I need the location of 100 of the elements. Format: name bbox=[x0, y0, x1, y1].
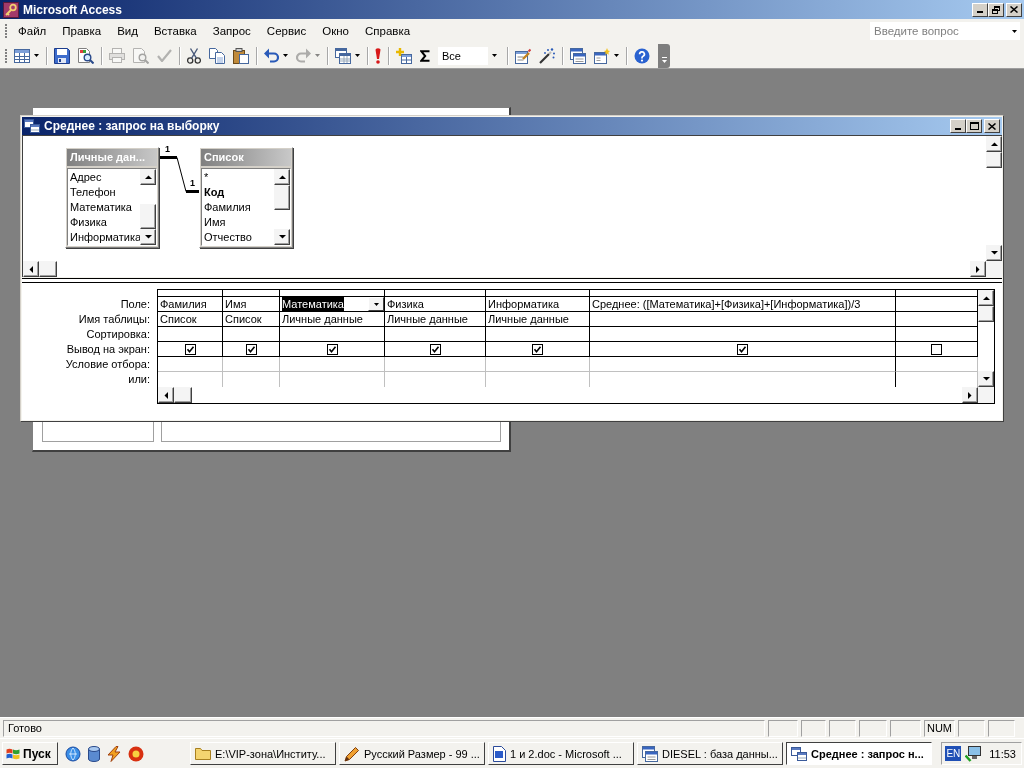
scroll-right-button[interactable] bbox=[962, 387, 978, 403]
language-indicator[interactable]: EN bbox=[945, 746, 962, 761]
globe-icon[interactable] bbox=[65, 745, 81, 762]
grid-cell[interactable]: Информатика bbox=[486, 297, 590, 312]
grid-cell[interactable] bbox=[280, 342, 385, 357]
field-list-item[interactable]: Информатика bbox=[68, 230, 140, 245]
scroll-thumb[interactable] bbox=[39, 261, 57, 277]
field-list-item[interactable]: Математика bbox=[68, 200, 140, 215]
caret-icon[interactable] bbox=[34, 54, 39, 57]
checkbox[interactable] bbox=[931, 343, 942, 355]
scrollbar[interactable] bbox=[140, 169, 156, 245]
menu-item[interactable]: Вид bbox=[109, 23, 146, 39]
grid-cell[interactable]: Личные данные bbox=[280, 312, 385, 327]
field-list-item[interactable]: Фамилия bbox=[202, 200, 274, 215]
grid-cell[interactable] bbox=[486, 342, 590, 357]
exclamation-icon[interactable] bbox=[375, 47, 381, 64]
restore-button[interactable] bbox=[988, 2, 1004, 17]
menu-item[interactable]: Сервис bbox=[258, 23, 315, 39]
top-values-field[interactable]: Все bbox=[438, 46, 500, 65]
stacked-windows-icon[interactable] bbox=[335, 47, 351, 64]
grid-cell[interactable] bbox=[590, 312, 896, 327]
field-list-item[interactable]: Код bbox=[202, 185, 274, 200]
scroll-down-button[interactable] bbox=[986, 245, 1002, 261]
help-icon[interactable] bbox=[634, 47, 650, 64]
maximize-button[interactable] bbox=[966, 119, 982, 133]
scrollbar[interactable] bbox=[978, 290, 994, 387]
close-button[interactable] bbox=[984, 119, 1000, 133]
grid-cell[interactable]: Личные данные bbox=[385, 312, 486, 327]
field-list-item[interactable]: Физика bbox=[68, 215, 140, 230]
grid-cell[interactable] bbox=[158, 327, 223, 342]
scroll-right-button[interactable] bbox=[970, 261, 986, 277]
grid-cell[interactable] bbox=[223, 342, 280, 357]
scroll-up-button[interactable] bbox=[140, 169, 156, 185]
minimize-button[interactable] bbox=[972, 2, 988, 17]
field-list-item[interactable]: Имя bbox=[202, 215, 274, 230]
magic-wand-icon[interactable] bbox=[539, 47, 555, 64]
dropdown-button[interactable] bbox=[1008, 22, 1020, 40]
grid-cell[interactable] bbox=[590, 342, 896, 357]
grid-cell[interactable]: Среднее: ([Математика]+[Физика]+[Информатика])/3 bbox=[590, 297, 896, 312]
scroll-up-button[interactable] bbox=[978, 290, 994, 306]
scroll-thumb[interactable] bbox=[174, 387, 192, 403]
scrollbar[interactable] bbox=[274, 169, 290, 245]
scrollbar[interactable] bbox=[986, 136, 1002, 261]
grid-cell[interactable]: Физика bbox=[385, 297, 486, 312]
close-button[interactable] bbox=[1006, 2, 1022, 17]
cylinder-icon[interactable] bbox=[88, 745, 100, 762]
scroll-up-button[interactable] bbox=[274, 169, 290, 185]
field-list-item[interactable]: Телефон bbox=[68, 185, 140, 200]
scroll-thumb[interactable] bbox=[274, 185, 290, 210]
checkbox[interactable] bbox=[245, 343, 257, 355]
caret-icon[interactable] bbox=[491, 54, 497, 57]
grid-cell[interactable]: Список bbox=[223, 312, 280, 327]
column-selector[interactable] bbox=[385, 290, 486, 297]
window-icon[interactable] bbox=[570, 47, 586, 64]
checkbox[interactable] bbox=[429, 343, 441, 355]
clipboard-icon[interactable] bbox=[233, 47, 249, 64]
grid-cell[interactable] bbox=[385, 327, 486, 342]
card-pencil-icon[interactable] bbox=[515, 47, 531, 64]
taskbar-button[interactable]: Русский Размер - 99 ... bbox=[339, 742, 485, 765]
form-star-icon[interactable] bbox=[594, 47, 610, 64]
menu-item[interactable]: Запрос bbox=[204, 23, 259, 39]
taskbar-button[interactable]: Среднее : запрос н... bbox=[786, 742, 932, 765]
field-list-item[interactable]: Адрес bbox=[68, 170, 140, 185]
grid-cell[interactable] bbox=[158, 342, 223, 357]
scroll-down-button[interactable] bbox=[274, 229, 290, 245]
grid-cell[interactable] bbox=[486, 327, 590, 342]
scrollbar[interactable] bbox=[23, 261, 986, 277]
grid-cell[interactable]: Личные данные bbox=[486, 312, 590, 327]
grid-cell[interactable] bbox=[896, 342, 978, 357]
taskbar-button[interactable]: DIESEL : база данны... bbox=[637, 742, 783, 765]
field-list-item[interactable]: Отчество bbox=[202, 230, 274, 245]
table-box[interactable]: Список * Код Фамилия Имя Отчество bbox=[199, 147, 293, 248]
toolbar-options-button[interactable] bbox=[658, 43, 670, 68]
minimize-button[interactable] bbox=[950, 119, 966, 133]
scroll-left-button[interactable] bbox=[23, 261, 39, 277]
menu-item[interactable]: Окно bbox=[314, 23, 357, 39]
scroll-left-button[interactable] bbox=[158, 387, 174, 403]
column-selector[interactable] bbox=[486, 290, 590, 297]
menu-item[interactable]: Вставка bbox=[145, 23, 205, 39]
grid-cell[interactable] bbox=[590, 357, 896, 372]
document-magnifier-icon[interactable] bbox=[78, 47, 94, 64]
caret-icon[interactable] bbox=[614, 54, 619, 57]
scroll-thumb[interactable] bbox=[986, 152, 1002, 168]
scroll-thumb[interactable] bbox=[140, 204, 156, 229]
scissors-icon[interactable] bbox=[187, 47, 201, 64]
grid-cell[interactable]: Список bbox=[158, 312, 223, 327]
column-selector[interactable] bbox=[223, 290, 280, 297]
sigma-icon[interactable] bbox=[420, 49, 430, 62]
scroll-up-button[interactable] bbox=[986, 136, 1002, 152]
menu-item[interactable]: Правка bbox=[54, 23, 110, 39]
taskbar-button[interactable]: 1 и 2.doc - Microsoft ... bbox=[488, 742, 634, 765]
table-icon[interactable] bbox=[14, 48, 30, 63]
taskbar-button[interactable]: E:\VIP-зона\Институ... bbox=[190, 742, 336, 765]
menu-item[interactable]: Справка bbox=[356, 23, 419, 39]
grid-cell[interactable]: Имя bbox=[223, 297, 280, 312]
table-plus-icon[interactable] bbox=[396, 47, 412, 64]
checkbox[interactable] bbox=[184, 343, 196, 355]
two-pages-icon[interactable] bbox=[209, 47, 225, 64]
grid-cell[interactable] bbox=[590, 327, 896, 342]
monitor-icon[interactable] bbox=[965, 745, 982, 762]
